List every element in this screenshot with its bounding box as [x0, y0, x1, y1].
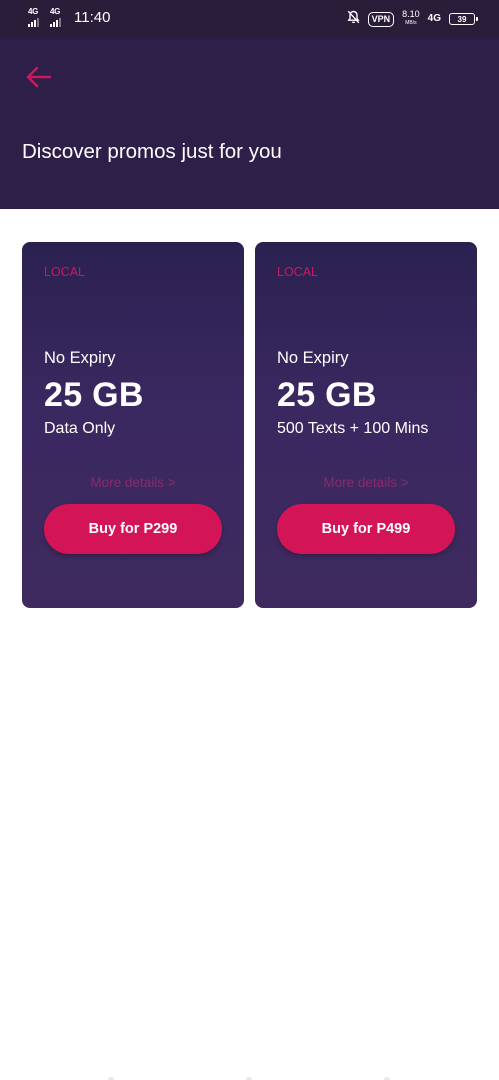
status-bar-right: VPN 8.10 MB/s 4G 39 — [347, 8, 478, 30]
promo-category: LOCAL — [277, 265, 318, 279]
vpn-icon: VPN — [367, 11, 395, 27]
promo-validity: No Expiry — [277, 349, 349, 367]
battery-level: 39 — [457, 14, 467, 24]
more-details-link[interactable]: More details > — [255, 474, 477, 492]
network-type-label: 4G — [28, 7, 39, 16]
arrow-left-icon — [26, 66, 52, 93]
promo-data-amount: 25 GB — [44, 376, 144, 414]
signal-icon: 4G — [50, 7, 64, 27]
buy-button[interactable]: Buy for P299 — [44, 504, 222, 554]
page-title: Discover promos just for you — [22, 140, 282, 163]
mobile-data-icon: 4G — [427, 13, 441, 24]
notifications-off-icon — [347, 10, 360, 29]
signal-icon: 4G — [28, 7, 42, 27]
battery-icon: 39 — [449, 13, 478, 25]
promo-category: LOCAL — [44, 265, 85, 279]
promo-card[interactable]: LOCAL No Expiry 25 GB 500 Texts + 100 Mi… — [255, 242, 477, 608]
speed-unit: MB/s — [405, 20, 417, 26]
speed-value: 8.10 — [402, 9, 420, 19]
status-bar: 4G 4G 11:40 VPN 8.10 MB/s 4G 39 — [0, 0, 499, 38]
promo-description: 500 Texts + 100 Mins — [277, 420, 429, 437]
promo-description: Data Only — [44, 420, 116, 437]
data-speed-icon: 8.10 MB/s — [402, 10, 420, 28]
buy-button[interactable]: Buy for P499 — [277, 504, 455, 554]
status-bar-left: 4G 4G 11:40 — [28, 7, 111, 27]
page-header: Discover promos just for you — [0, 38, 499, 209]
more-details-link[interactable]: More details > — [22, 474, 244, 492]
gesture-nav-hints — [0, 1076, 499, 1080]
network-type-label: 4G — [50, 7, 61, 16]
promo-validity: No Expiry — [44, 349, 116, 367]
clock: 11:40 — [74, 9, 111, 26]
promo-data-amount: 25 GB — [277, 376, 377, 414]
promo-card[interactable]: LOCAL No Expiry 25 GB Data Only More det… — [22, 242, 244, 608]
back-button[interactable] — [22, 62, 56, 96]
